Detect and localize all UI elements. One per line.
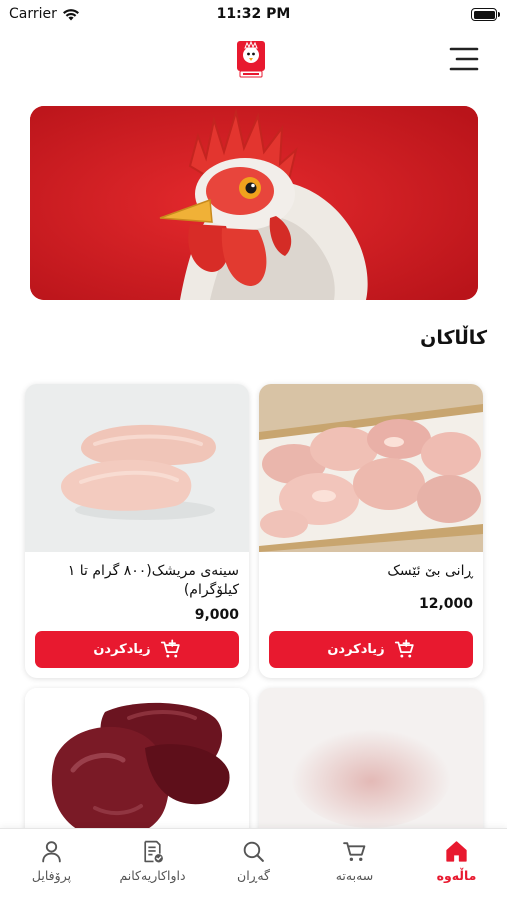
product-card[interactable]	[25, 688, 249, 848]
add-button-label: زیادکردن	[93, 642, 151, 657]
add-to-cart-button[interactable]: زیادکردن	[35, 631, 239, 668]
bottom-tab-bar: ماڵەوە سەبەتە گەڕان داواکاریەکانم پرۆفای…	[0, 828, 507, 900]
status-bar: Carrier 11:32 PM	[0, 0, 507, 30]
cart-icon	[343, 842, 366, 861]
profile-icon	[42, 841, 61, 863]
product-name: سینەی مریشک(٨٠٠ گرام تا ١ کیلۆگرام)	[67, 563, 239, 598]
product-image-loading[interactable]	[259, 688, 483, 848]
clock: 11:32 PM	[216, 6, 291, 22]
product-price: 12,000	[418, 596, 473, 612]
tab-search[interactable]: گەڕان	[203, 839, 304, 883]
product-image-thighs[interactable]	[259, 384, 483, 552]
tab-cart[interactable]: سەبەتە	[304, 839, 405, 883]
product-image-breast[interactable]	[25, 384, 249, 552]
add-to-cart-icon	[160, 639, 180, 658]
product-image-liver[interactable]	[25, 688, 249, 848]
product-card[interactable]	[259, 688, 483, 848]
tab-profile[interactable]: پرۆفایل	[1, 839, 102, 883]
search-icon	[243, 841, 264, 862]
tab-home[interactable]: ماڵەوە	[406, 839, 507, 883]
rooster-illustration	[30, 106, 478, 300]
tab-orders-label: داواکاریەکانم	[119, 868, 186, 883]
tab-home-label: ماڵەوە	[436, 868, 477, 883]
header	[0, 30, 507, 92]
product-card[interactable]: سینەی مریشک(٨٠٠ گرام تا ١ کیلۆگرام) 9,00…	[25, 384, 249, 678]
tab-orders[interactable]: داواکاریەکانم	[102, 839, 203, 883]
section-title: کاڵاکان	[420, 327, 487, 349]
promo-banner[interactable]	[30, 106, 478, 300]
home-icon	[446, 841, 467, 862]
add-to-cart-icon	[394, 639, 414, 658]
tab-search-label: گەڕان	[237, 868, 270, 883]
orders-icon	[144, 840, 163, 863]
add-button-label: زیادکردن	[327, 642, 385, 657]
product-name: ڕانی بێ ئێسک	[387, 563, 473, 579]
battery-icon	[471, 8, 500, 21]
menu-icon[interactable]	[449, 46, 479, 72]
product-card[interactable]: ڕانی بێ ئێسک 12,000 زیادکردن	[259, 384, 483, 678]
add-to-cart-button[interactable]: زیادکردن	[269, 631, 473, 668]
product-price: 9,000	[194, 607, 239, 623]
tab-profile-label: پرۆفایل	[31, 868, 72, 883]
tab-cart-label: سەبەتە	[335, 868, 374, 883]
brand-logo[interactable]	[234, 38, 268, 80]
